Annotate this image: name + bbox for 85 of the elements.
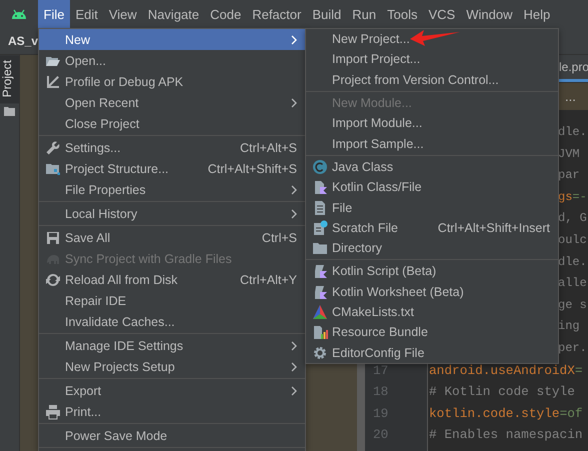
menu-item[interactable]: Edit	[70, 0, 104, 28]
code-line: android.useAndroidX=	[429, 362, 583, 378]
menu-item[interactable]: Reload All from Disk Ctrl+Alt+Y	[39, 269, 305, 290]
menu-item[interactable]: Manage IDE Settings	[39, 335, 305, 356]
code-line: ge s	[558, 298, 587, 312]
menu-item[interactable]: Refactor	[246, 0, 307, 28]
menu-item[interactable]: Scratch File Ctrl+Alt+Shift+Insert	[306, 218, 558, 238]
bar-chart-file-icon	[312, 324, 328, 340]
triangle-icon	[312, 304, 328, 320]
menu-item[interactable]: Import Project...	[306, 49, 558, 70]
menu-item[interactable]: Run	[346, 0, 382, 28]
menu-item[interactable]: Resource Bundle	[306, 322, 558, 342]
menu-item[interactable]: Profile or Debug APK	[39, 71, 305, 92]
down-left-arrow-icon	[45, 74, 61, 90]
menu-item[interactable]: Import Sample...	[306, 133, 558, 154]
menu-item[interactable]: Java Class	[306, 156, 558, 178]
wrench-icon	[45, 140, 61, 156]
menu-item[interactable]: Navigate	[142, 0, 205, 28]
menu-item[interactable]: Help	[518, 0, 556, 28]
shortcut: Ctrl+S	[262, 230, 297, 244]
menu-item[interactable]: View	[103, 0, 142, 28]
menu-item[interactable]: Print...	[39, 401, 305, 422]
menu-item[interactable]: New Project...	[306, 29, 558, 50]
code-line: par	[558, 168, 580, 182]
menu-item[interactable]: Repair IDE	[39, 290, 305, 311]
shortcut: Ctrl+Alt+S	[240, 140, 297, 154]
menu-item[interactable]: Kotlin Class/File	[306, 177, 558, 198]
gear-icon	[312, 344, 328, 361]
project-tool-tab[interactable]: Project	[0, 55, 19, 104]
code-line: d, G	[558, 211, 587, 226]
code-line: alle	[558, 276, 587, 290]
project-name: AS_v	[8, 34, 38, 48]
shortcut: Ctrl+Alt+Shift+Insert	[438, 220, 550, 235]
kotlin-script-icon	[312, 284, 328, 300]
menu-item[interactable]: File Properties	[39, 179, 305, 200]
menu-item[interactable]: File	[306, 197, 558, 218]
menu-item[interactable]: New Projects Setup	[39, 356, 305, 377]
code-line: JVM	[558, 146, 580, 161]
menu-item[interactable]: Build	[306, 0, 347, 28]
menu-item[interactable]: Invalidate Caches...	[39, 311, 305, 332]
code-line: per.	[558, 340, 587, 355]
menu-item[interactable]: EditorConfig File	[306, 342, 558, 363]
printer-icon	[45, 404, 61, 420]
pointer-arrow	[409, 29, 461, 47]
menu-item[interactable]: Kotlin Script (Beta)	[306, 261, 558, 282]
code-line: kotlin.code.style=of	[429, 406, 583, 421]
menu-item[interactable]: Open...	[39, 50, 305, 71]
reload-icon	[45, 272, 61, 288]
menu-item[interactable]: CMakeLists.txt	[306, 302, 558, 322]
menu-item[interactable]: Code	[204, 0, 247, 28]
code-line: oulc	[558, 232, 587, 247]
menu-item[interactable]: Settings... Ctrl+Alt+S	[39, 137, 305, 158]
class-c-icon	[312, 158, 328, 175]
menu-item[interactable]: Local History	[39, 203, 305, 224]
menu-item[interactable]: Project from Version Control...	[306, 70, 558, 90]
menu-item[interactable]: VCS	[422, 0, 461, 28]
shortcut: Ctrl+Alt+Y	[240, 272, 297, 286]
banner-text: ...	[565, 89, 576, 104]
menu-item[interactable]: Tools	[382, 0, 423, 28]
scratch-file-icon	[312, 220, 328, 236]
shortcut: Ctrl+Alt+Shift+S	[208, 162, 297, 176]
menu-item[interactable]: Project Structure... Ctrl+Alt+Shift+S	[39, 158, 305, 179]
menu-item[interactable]: Export	[39, 380, 305, 401]
menu-item[interactable]: Save All Ctrl+S	[39, 227, 305, 248]
menu-item[interactable]: Directory	[306, 238, 558, 258]
menu-item[interactable]: Window	[460, 0, 518, 28]
android-logo-icon	[11, 8, 27, 20]
folder-icon	[312, 240, 328, 256]
kotlin-file-icon	[312, 179, 328, 196]
code-line: gs=-	[558, 190, 587, 204]
menu-item[interactable]: Kotlin Worksheet (Beta)	[306, 282, 558, 302]
menu-item[interactable]: File	[38, 0, 70, 28]
file-icon	[312, 200, 328, 216]
menu-item[interactable]: Open Recent	[39, 92, 305, 113]
code-line: # Kotlin code style	[429, 384, 575, 400]
menu-item[interactable]: Power Save Mode	[39, 425, 305, 446]
code-line: dle.	[558, 125, 587, 139]
code-line: dle.	[558, 254, 587, 269]
menu-item[interactable]: Close Project	[39, 113, 305, 134]
menu-item[interactable]: Import Module...	[306, 113, 558, 134]
menu-item[interactable]: New	[39, 29, 305, 50]
kotlin-script-icon	[312, 263, 328, 280]
folder-icon	[4, 107, 15, 116]
code-line: ing	[558, 319, 580, 334]
code-line: # Enables namespacin	[429, 427, 583, 442]
